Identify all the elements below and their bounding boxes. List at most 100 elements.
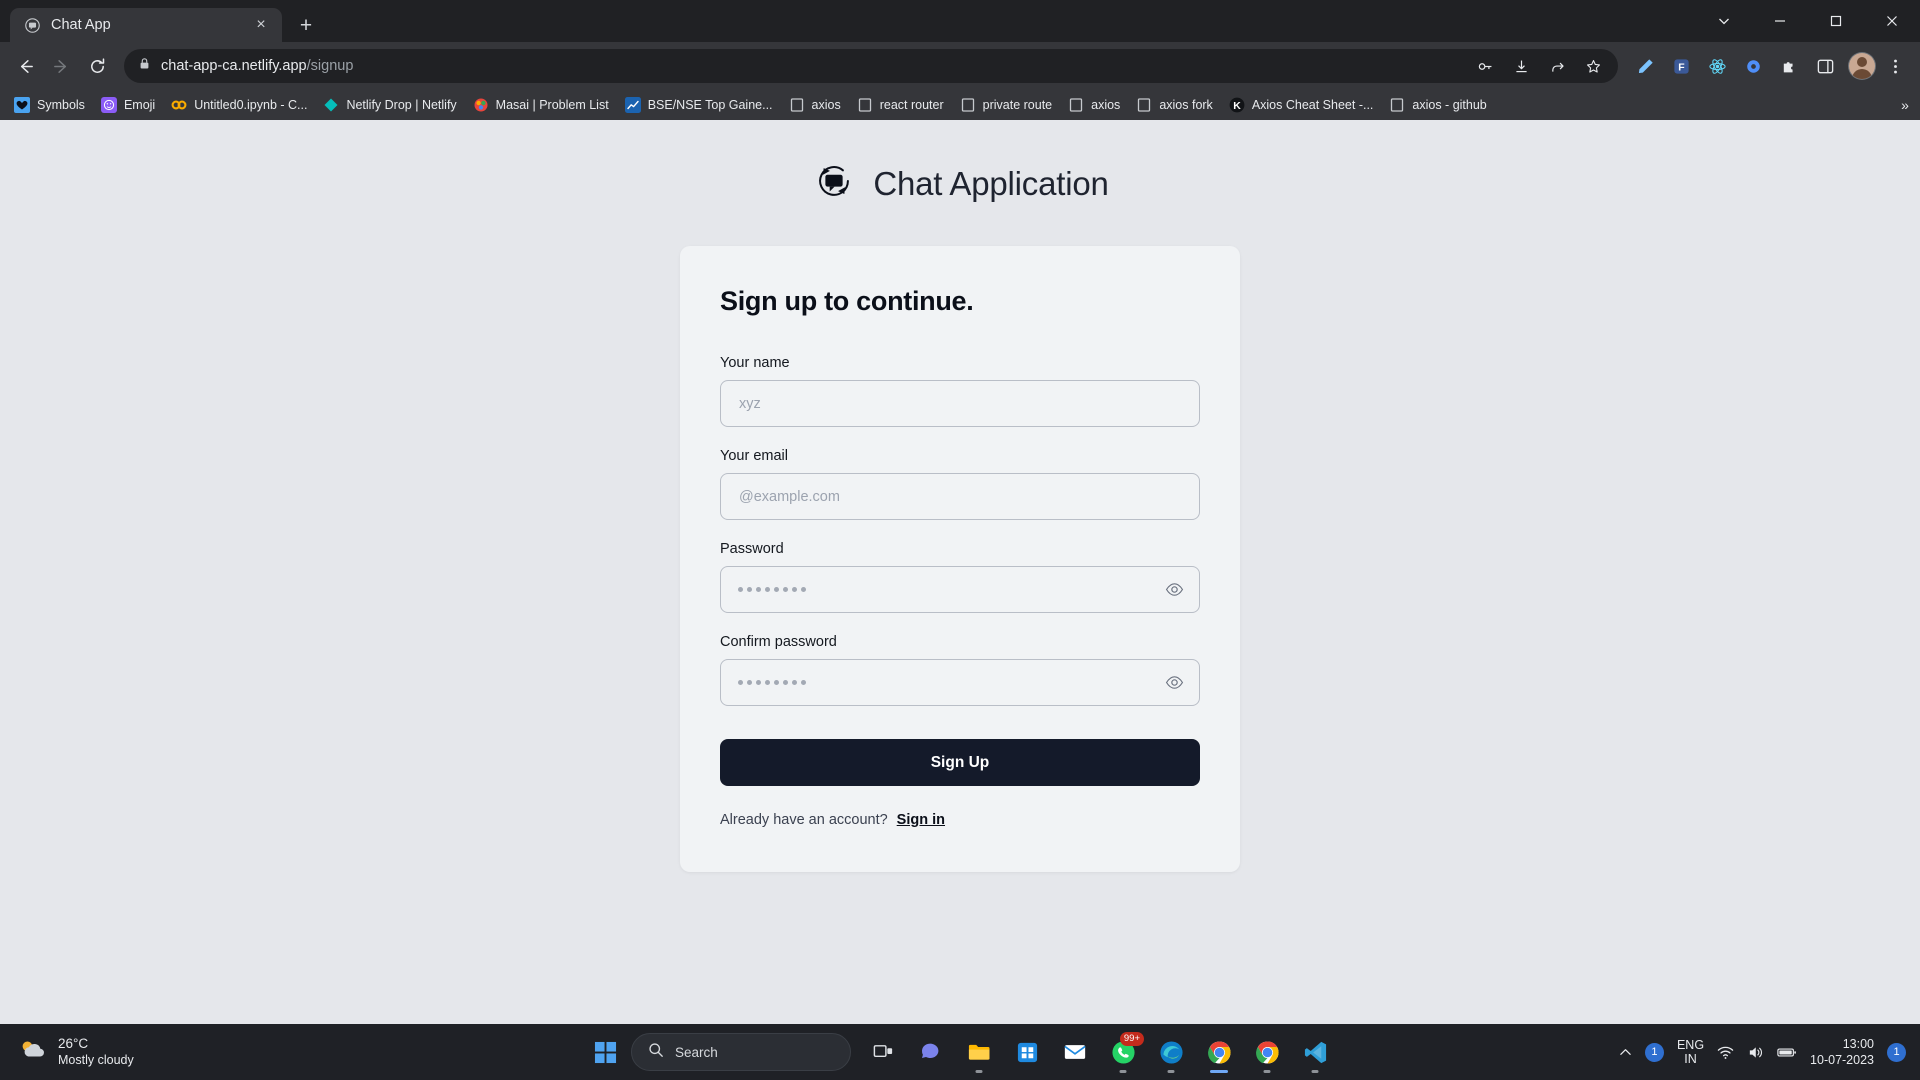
bookmark-label: axios <box>811 98 841 112</box>
back-button[interactable] <box>8 49 42 83</box>
bookmark-emoji[interactable]: Emoji <box>93 93 163 117</box>
bookmark-label: react router <box>879 98 944 112</box>
bookmark-label: Masai | Problem List <box>495 98 609 112</box>
eye-icon[interactable] <box>1160 566 1188 613</box>
name-label: Your name <box>720 355 790 371</box>
download-icon[interactable] <box>1504 49 1538 83</box>
app-brand: Chat Application <box>811 158 1109 209</box>
close-icon[interactable]: × <box>250 14 272 36</box>
bookmark-netlify-drop[interactable]: Netlify Drop | Netlify <box>315 93 464 117</box>
bookmark-symbols[interactable]: Symbols <box>6 93 93 117</box>
bookmark-axios-2[interactable]: axios <box>1060 93 1128 117</box>
bookmark-label: Emoji <box>123 98 156 112</box>
address-bar[interactable]: chat-app-ca.netlify.app/signup <box>124 49 1618 83</box>
chrome-icon[interactable] <box>1245 1030 1289 1074</box>
avatar-image <box>1849 53 1875 79</box>
confirm-password-input[interactable] <box>720 659 1200 706</box>
url-path: /signup <box>306 58 354 74</box>
file-explorer-icon[interactable] <box>957 1030 1001 1074</box>
notification-center-badge[interactable]: 1 <box>1887 1042 1906 1062</box>
edge-icon[interactable] <box>1149 1030 1193 1074</box>
task-view-icon[interactable] <box>861 1030 905 1074</box>
confirm-password-input-wrap <box>720 659 1200 706</box>
language-indicator[interactable]: ENG IN <box>1677 1038 1704 1067</box>
avatar[interactable] <box>1848 52 1876 80</box>
pen-icon[interactable] <box>1628 49 1662 83</box>
sign-up-button[interactable]: Sign Up <box>720 739 1200 786</box>
confirm-password-label: Confirm password <box>720 634 837 650</box>
email-input[interactable] <box>720 473 1200 520</box>
whatsapp-icon[interactable]: 99+ <box>1101 1030 1145 1074</box>
search-input[interactable]: Search <box>631 1033 851 1071</box>
tab-search-chevron-icon[interactable] <box>1696 0 1752 42</box>
browser-tab[interactable]: Chat App × <box>10 8 282 42</box>
share-icon[interactable] <box>1540 49 1574 83</box>
bookmark-react-router[interactable]: react router <box>849 93 952 117</box>
bookmark-axios-1[interactable]: axios <box>781 93 849 117</box>
bookmark-axios-github[interactable]: axios - github <box>1381 93 1494 117</box>
kindacode-k-icon: K <box>1229 97 1245 113</box>
password-input[interactable] <box>720 566 1200 613</box>
card-heading: Sign up to continue. <box>720 286 974 316</box>
masai-icon <box>473 97 489 113</box>
weather-widget[interactable]: 26°C Mostly cloudy <box>0 1036 134 1068</box>
bookmarks-bar: Symbols Emoji Untitled0.ipynb - C... Net… <box>0 90 1920 120</box>
bookmark-axios-cheat-sheet[interactable]: K Axios Cheat Sheet -... <box>1221 93 1382 117</box>
bookmark-private-route[interactable]: private route <box>952 93 1060 117</box>
bookmark-label: axios fork <box>1159 98 1213 112</box>
generic-page-icon <box>857 97 873 113</box>
bookmark-label: Untitled0.ipynb - C... <box>194 98 308 112</box>
name-input[interactable] <box>720 380 1200 427</box>
volume-icon[interactable] <box>1747 1044 1764 1061</box>
windows-start-icon[interactable] <box>583 1030 627 1074</box>
side-panel-icon[interactable] <box>1808 49 1842 83</box>
react-devtools-icon[interactable] <box>1700 49 1734 83</box>
password-key-icon[interactable] <box>1468 49 1502 83</box>
windows-taskbar: 26°C Mostly cloudy Search 99+ 1 ENG IN 1… <box>0 1024 1920 1080</box>
password-input-wrap <box>720 566 1200 613</box>
bookmark-star-icon[interactable] <box>1576 49 1610 83</box>
generic-page-icon <box>1068 97 1084 113</box>
settings-gear-icon[interactable] <box>1736 49 1770 83</box>
close-window-button[interactable] <box>1864 0 1920 42</box>
partly-cloudy-icon <box>18 1037 48 1068</box>
bookmark-label: private route <box>982 98 1053 112</box>
notification-count-icon[interactable]: 1 <box>1644 1042 1664 1062</box>
colab-icon <box>171 97 187 113</box>
puzzle-extensions-icon[interactable] <box>1772 49 1806 83</box>
netlify-icon <box>323 97 339 113</box>
mail-icon[interactable] <box>1053 1030 1097 1074</box>
microsoft-store-icon[interactable] <box>1005 1030 1049 1074</box>
bookmark-masai[interactable]: Masai | Problem List <box>465 93 617 117</box>
generic-page-icon <box>789 97 805 113</box>
signin-footer: Already have an account? Sign in <box>720 812 1200 828</box>
wifi-icon[interactable] <box>1717 1044 1734 1061</box>
generic-page-icon <box>1136 97 1152 113</box>
eye-icon[interactable] <box>1160 659 1188 706</box>
bookmark-axios-fork[interactable]: axios fork <box>1128 93 1221 117</box>
sign-in-link[interactable]: Sign in <box>897 812 945 828</box>
bookmarks-overflow-button[interactable]: » <box>1894 94 1916 116</box>
battery-icon[interactable] <box>1777 1044 1797 1061</box>
forms-extension-icon[interactable]: F <box>1664 49 1698 83</box>
reload-button[interactable] <box>80 49 114 83</box>
field-password: Password <box>720 541 1200 613</box>
chat-refresh-logo <box>811 158 857 209</box>
signup-card: Sign up to continue. Your name Your emai… <box>680 246 1240 872</box>
bookmark-bse-nse[interactable]: BSE/NSE Top Gaine... <box>617 93 781 117</box>
generic-page-icon <box>960 97 976 113</box>
bookmark-colab[interactable]: Untitled0.ipynb - C... <box>163 93 315 117</box>
window-controls <box>1696 0 1920 42</box>
chat-app-favicon <box>24 17 41 34</box>
clock[interactable]: 13:00 10-07-2023 <box>1810 1036 1874 1069</box>
minimize-button[interactable] <box>1752 0 1808 42</box>
new-tab-button[interactable]: + <box>291 10 321 40</box>
teams-chat-icon[interactable] <box>909 1030 953 1074</box>
three-dot-menu-icon[interactable] <box>1878 49 1912 83</box>
vscode-icon[interactable] <box>1293 1030 1337 1074</box>
chrome-icon[interactable] <box>1197 1030 1241 1074</box>
system-tray: 1 ENG IN 13:00 10-07-2023 1 <box>1619 1024 1920 1080</box>
show-hidden-icons-chevron[interactable] <box>1619 1046 1632 1059</box>
maximize-button[interactable] <box>1808 0 1864 42</box>
field-confirm-password: Confirm password <box>720 634 1200 706</box>
